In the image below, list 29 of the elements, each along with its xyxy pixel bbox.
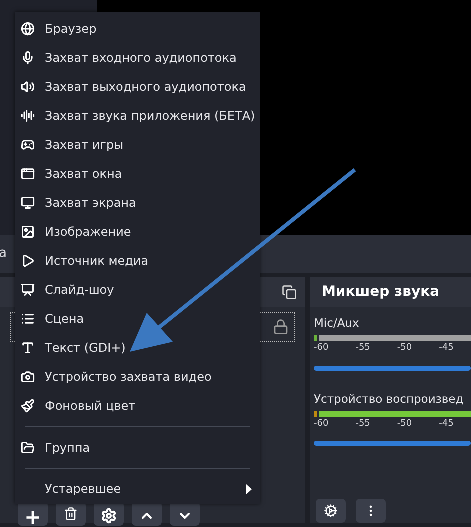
menu-item[interactable]: Захват игры [15,130,260,160]
meter-tick-label: -45 [439,342,454,355]
meter-tick-label: -55 [356,342,370,355]
panel-title: Микшер звука [322,282,440,302]
menu-item[interactable]: Браузер [15,15,260,44]
meter-tick-label: -55 [356,418,370,430]
menu-item[interactable]: Захват экрана [15,188,260,218]
menu-item[interactable]: Захват звука приложения (БЕТА) [15,102,260,131]
menu-item[interactable]: Захват выходного аудиопотока [15,72,260,102]
menu-item[interactable]: Текст (GDI+) [15,333,260,362]
label-text: a [0,245,7,264]
menu-item[interactable]: Слайд-шоу [15,275,260,304]
meter-tick-label: -50 [397,342,412,355]
menu-item[interactable]: Изображение [15,218,260,246]
menu-item[interactable]: Захват окна [15,160,260,189]
channel-name: Mic/Aux [314,315,360,331]
add-button[interactable]: + [18,502,48,526]
channel-name: Устройство воспроизвед [314,390,465,406]
submenu-item[interactable]: Устаревшее [15,475,260,504]
menu-item[interactable]: Фоновый цвет [15,391,260,420]
menu-item[interactable]: Группа [15,433,260,462]
menu-item[interactable]: Захват входного аудиопотока [15,44,260,73]
meter-tick-label: -60 [314,342,329,355]
meter-tick-label: -50 [397,418,412,430]
menu-item[interactable]: Источник медиа [15,246,260,276]
meter-tick-label: -45 [439,418,454,430]
meter-tick-label: -60 [314,418,329,430]
menu-item[interactable]: Сцена [15,304,260,334]
menu-item[interactable]: Устройство захвата видео [15,362,260,392]
